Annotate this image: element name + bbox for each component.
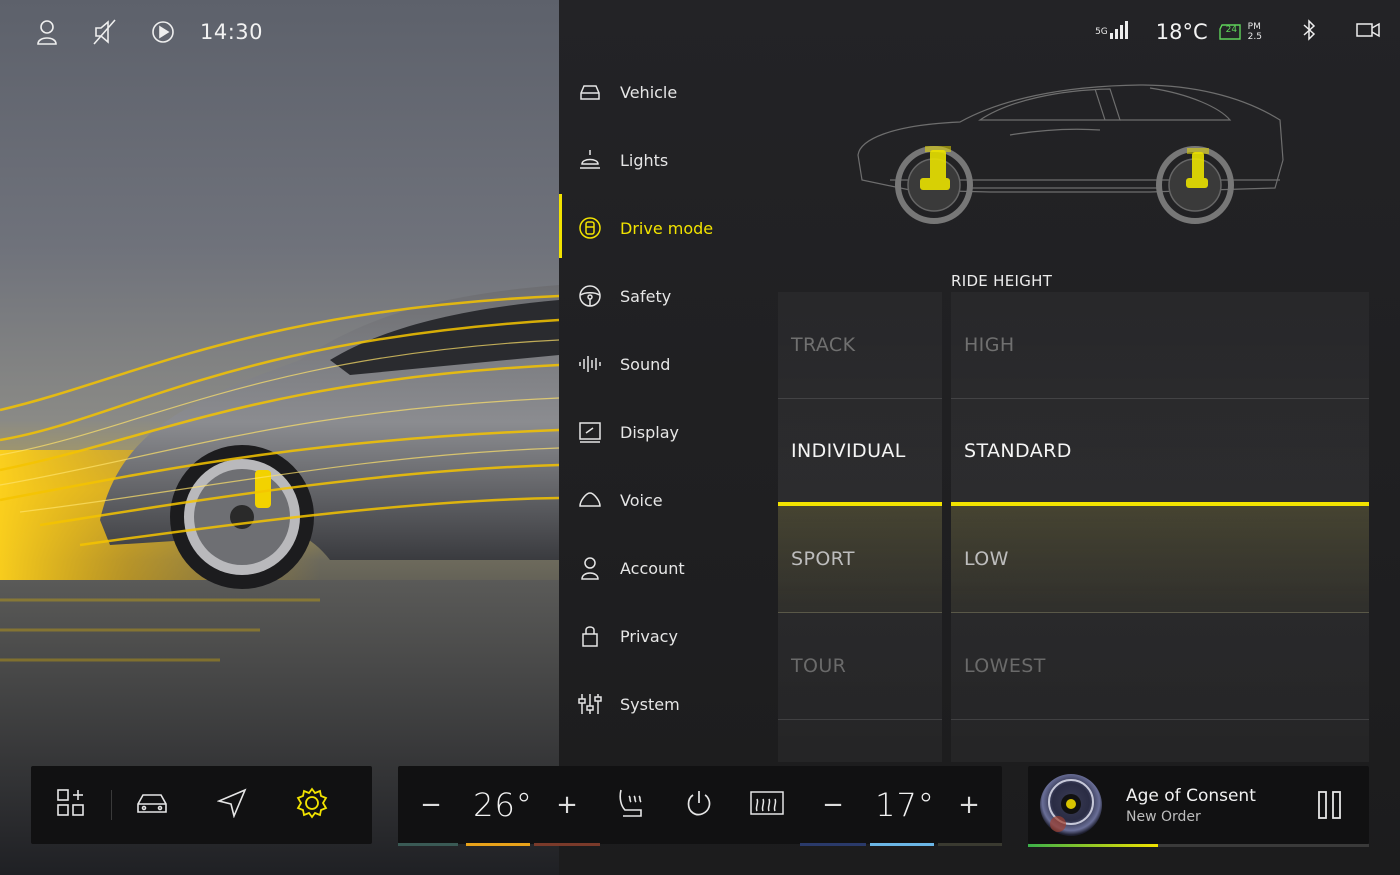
gear-icon [296,787,328,823]
network-label: 5G [1095,27,1108,37]
menu-item-system[interactable]: System [559,670,776,738]
height-option-high[interactable]: HIGH [951,292,1369,399]
navigation-button[interactable] [192,766,272,844]
pm-label: PM [1247,22,1261,32]
menu-item-display[interactable]: Display [559,398,776,466]
menu-item-sound[interactable]: Sound [559,330,776,398]
outside-temperature: 18°C [1155,20,1208,44]
hero-car-image [0,0,559,875]
menu-label: Lights [620,150,669,170]
menu-item-privacy[interactable]: Privacy [559,602,776,670]
pause-button[interactable] [1317,790,1343,824]
clock: 14:30 [200,20,264,44]
person-icon [577,555,603,581]
mode-option-tour[interactable]: TOUR [778,613,942,720]
left-temp-level-indicator [466,843,530,846]
menu-label: Sound [620,354,671,374]
car-wireframe-illustration [857,84,1284,224]
sound-wave-icon [577,351,603,377]
air-quality: PM 2.5 [1248,22,1262,42]
vehicle-button[interactable] [112,766,192,844]
media-progress-fill [1028,844,1158,847]
right-temp-level-indicator [870,843,934,846]
menu-label: Privacy [620,626,678,646]
menu-label: Display [620,422,679,442]
mode-option-individual[interactable]: INDIVIDUAL [778,399,942,506]
power-icon [685,789,713,821]
status-bar-left: 14:30 [0,0,263,64]
steering-wheel-icon [577,283,603,309]
menu-label: Safety [620,286,672,306]
ride-height-title: RIDE HEIGHT [951,272,1053,290]
left-temp-decrease-button[interactable]: − [410,766,452,844]
camera-icon[interactable] [1356,22,1380,42]
seat-heat-button[interactable] [608,766,654,844]
play-circle-icon[interactable] [134,20,192,44]
cloud-icon [577,487,603,513]
drive-mode-selector: TRACK INDIVIDUAL SPORT TOUR [778,292,942,762]
dock-media-player: Age of Consent New Order [1028,766,1369,847]
right-temperature: 17° [875,786,935,824]
right-temp-increase-button[interactable]: + [948,766,990,844]
song-title: Age of Consent [1126,786,1256,806]
temp-scale-segment [534,843,600,846]
mute-icon[interactable] [76,19,134,45]
sliders-icon [577,691,603,717]
menu-label: Vehicle [620,82,678,102]
album-art[interactable] [1040,774,1102,836]
battery-icon: 24 [1218,23,1242,41]
pm-value: 2.5 [1247,32,1262,42]
climate-power-button[interactable] [676,766,722,844]
seat-heat-icon [617,788,645,822]
right-temp-decrease-button[interactable]: − [812,766,854,844]
menu-label: Drive mode [620,218,714,238]
menu-label: Voice [620,490,663,510]
menu-item-account[interactable]: Account [559,534,776,602]
battery-value: 24 [1225,25,1238,35]
car-icon [135,791,169,819]
signal-icon [1109,21,1130,43]
temp-scale-segment [938,843,1002,846]
menu-label: System [620,694,680,714]
height-option-standard[interactable]: STANDARD [951,399,1369,506]
profile-icon[interactable] [18,19,76,45]
lamp-icon [577,147,603,173]
height-option-lowest[interactable]: LOWEST [951,613,1369,720]
left-temperature: 26° [473,786,533,824]
display-icon [577,419,603,445]
menu-item-drive-mode[interactable]: Drive mode [559,194,776,262]
bluetooth-icon[interactable] [1302,19,1316,45]
settings-menu: Vehicle Lights Drive mode Safety Sound D… [559,58,776,738]
car-icon [577,79,603,105]
menu-item-lights[interactable]: Lights [559,126,776,194]
temp-scale-segment [398,843,458,846]
lock-icon [577,623,603,649]
ride-height-selector: HIGH STANDARD LOW LOWEST [951,292,1369,762]
mode-option-sport[interactable]: SPORT [778,506,942,613]
dock-climate: − 26° + − 17° + [398,766,1002,846]
height-option-low[interactable]: LOW [951,506,1369,613]
temp-scale-segment [800,843,866,846]
status-bar-right: 5G 18°C 24 PM 2.5 [1095,0,1400,64]
menu-item-voice[interactable]: Voice [559,466,776,534]
dock-navigation [31,766,372,844]
navigation-arrow-icon [216,788,247,822]
drive-mode-icon [577,215,603,241]
menu-item-safety[interactable]: Safety [559,262,776,330]
artist-name: New Order [1126,809,1201,825]
menu-label: Account [620,558,685,578]
menu-item-vehicle[interactable]: Vehicle [559,58,776,126]
pause-icon [1317,791,1343,824]
apps-button[interactable] [31,766,111,844]
mode-option-track[interactable]: TRACK [778,292,942,399]
rear-defrost-button[interactable] [744,766,790,844]
left-temp-increase-button[interactable]: + [546,766,588,844]
rear-defrost-icon [750,791,784,819]
settings-button[interactable] [272,766,352,844]
apps-grid-icon [56,788,86,822]
